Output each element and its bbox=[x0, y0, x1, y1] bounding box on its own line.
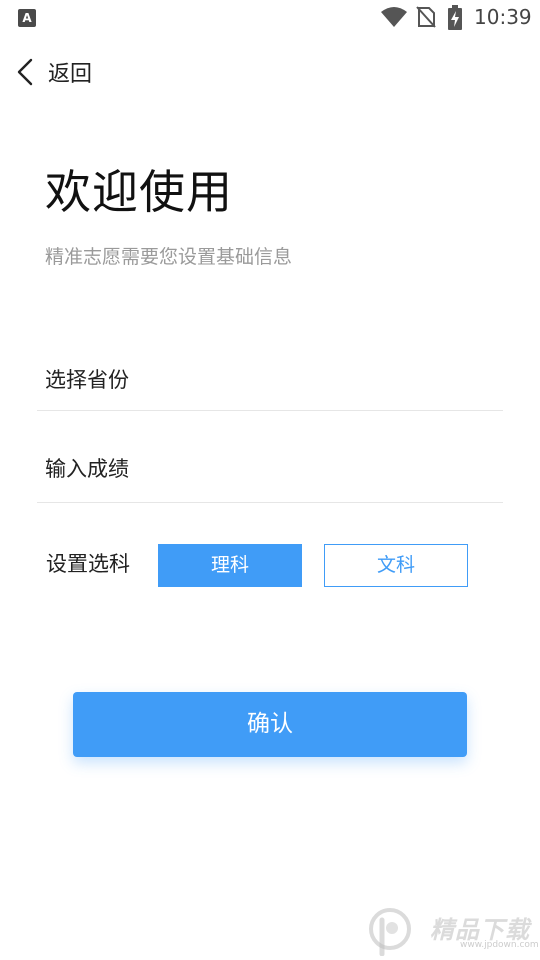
watermark-url: www.jpdown.com bbox=[460, 940, 539, 950]
score-label: 输入成绩 bbox=[45, 457, 129, 481]
select-province-field[interactable]: 选择省份 bbox=[37, 340, 503, 411]
province-label: 选择省份 bbox=[45, 368, 129, 392]
chevron-left-icon bbox=[17, 58, 33, 86]
watermark-logo-icon bbox=[369, 908, 411, 956]
page-subtitle: 精准志愿需要您设置基础信息 bbox=[45, 246, 293, 268]
score-input-field[interactable]: 输入成绩 bbox=[37, 411, 503, 503]
status-bar: A 10:39 bbox=[0, 0, 540, 36]
back-label: 返回 bbox=[48, 62, 93, 87]
battery-charging-icon bbox=[448, 5, 462, 30]
wifi-icon bbox=[381, 7, 407, 27]
no-sim-icon bbox=[416, 6, 436, 28]
subject-arts-button[interactable]: 文科 bbox=[324, 544, 468, 587]
notification-app-icon: A bbox=[18, 9, 36, 27]
status-time: 10:39 bbox=[474, 5, 532, 29]
page-title: 欢迎使用 bbox=[45, 165, 233, 219]
confirm-button[interactable]: 确认 bbox=[73, 692, 467, 757]
back-button[interactable]: 返回 bbox=[12, 52, 122, 92]
subject-label: 设置选科 bbox=[46, 552, 130, 576]
watermark: 精品下载 www.jpdown.com bbox=[360, 906, 540, 956]
subject-science-button[interactable]: 理科 bbox=[158, 544, 302, 587]
